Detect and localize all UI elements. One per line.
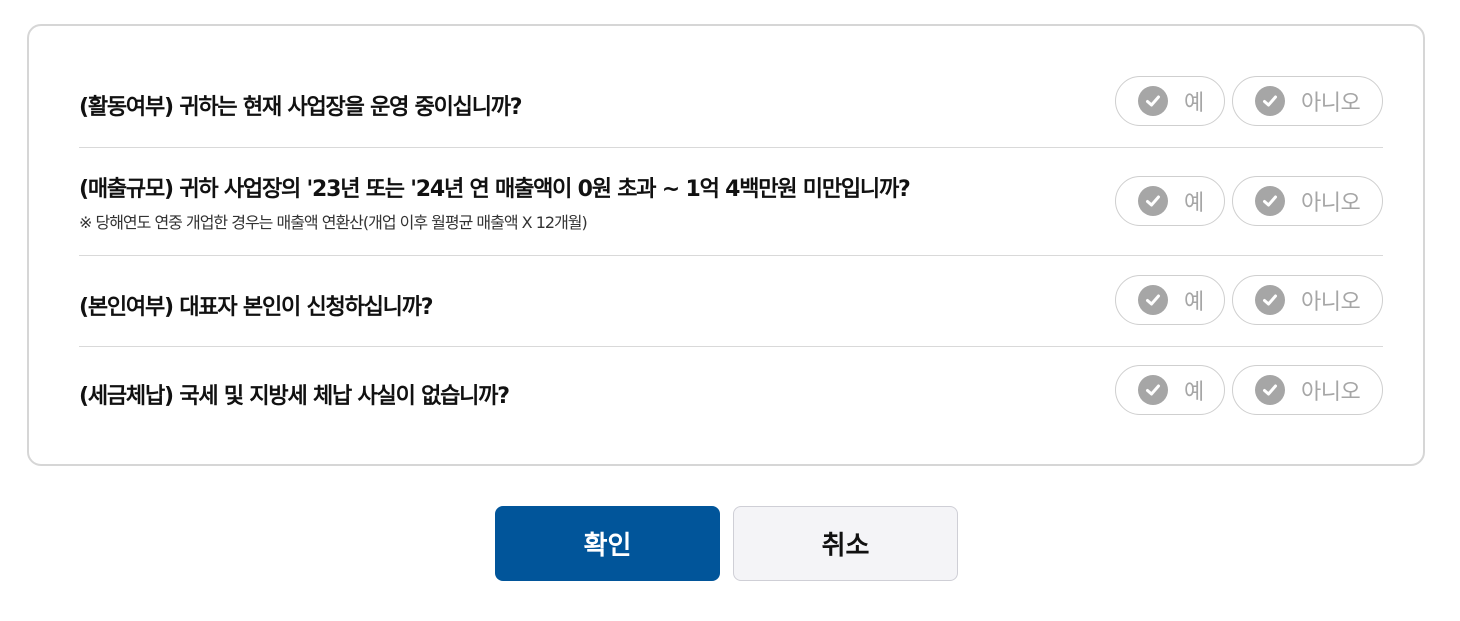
check-circle-icon (1138, 375, 1168, 405)
question-row-tax: (세금체납) 국세 및 지방세 체납 사실이 없습니까? 예 아니오 (79, 347, 1383, 437)
no-option-button[interactable]: 아니오 (1232, 365, 1383, 415)
no-option-button[interactable]: 아니오 (1232, 176, 1383, 226)
yes-option-button[interactable]: 예 (1115, 76, 1225, 126)
yes-label: 예 (1184, 91, 1204, 116)
check-circle-icon (1138, 186, 1168, 216)
check-circle-icon (1255, 285, 1285, 315)
eligibility-question-panel: (활동여부) 귀하는 현재 사업장을 운영 중이십니까? 예 아니오 (매출규모… (27, 24, 1425, 466)
check-circle-icon (1255, 86, 1285, 116)
no-label: 아니오 (1301, 380, 1361, 405)
answer-options: 예 아니오 (1115, 365, 1383, 415)
yes-option-button[interactable]: 예 (1115, 365, 1225, 415)
yes-option-button[interactable]: 예 (1115, 275, 1225, 325)
cancel-button[interactable]: 취소 (733, 506, 958, 581)
question-text: (본인여부) 대표자 본인이 신청하십니까? (79, 295, 433, 320)
question-note: ※ 당해연도 연중 개업한 경우는 매출액 연환산(개업 이후 월평균 매출액 … (79, 213, 588, 232)
question-text: (활동여부) 귀하는 현재 사업장을 운영 중이십니까? (79, 95, 523, 120)
answer-options: 예 아니오 (1115, 275, 1383, 325)
no-label: 아니오 (1301, 91, 1361, 116)
answer-options: 예 아니오 (1115, 76, 1383, 126)
check-circle-icon (1255, 186, 1285, 216)
answer-options: 예 아니오 (1115, 176, 1383, 226)
yes-option-button[interactable]: 예 (1115, 176, 1225, 226)
yes-label: 예 (1184, 380, 1204, 405)
check-circle-icon (1138, 86, 1168, 116)
yes-label: 예 (1184, 191, 1204, 216)
check-circle-icon (1255, 375, 1285, 405)
confirm-button[interactable]: 확인 (495, 506, 720, 581)
question-text: (세금체납) 국세 및 지방세 체납 사실이 없습니까? (79, 384, 510, 409)
no-option-button[interactable]: 아니오 (1232, 76, 1383, 126)
question-row-identity: (본인여부) 대표자 본인이 신청하십니까? 예 아니오 (79, 256, 1383, 347)
question-row-revenue: (매출규모) 귀하 사업장의 '23년 또는 '24년 연 매출액이 0원 초과… (79, 148, 1383, 256)
yes-label: 예 (1184, 290, 1204, 315)
question-text: (매출규모) 귀하 사업장의 '23년 또는 '24년 연 매출액이 0원 초과… (79, 177, 911, 202)
check-circle-icon (1138, 285, 1168, 315)
question-row-activity: (활동여부) 귀하는 현재 사업장을 운영 중이십니까? 예 아니오 (79, 54, 1383, 148)
no-option-button[interactable]: 아니오 (1232, 275, 1383, 325)
no-label: 아니오 (1301, 290, 1361, 315)
no-label: 아니오 (1301, 191, 1361, 216)
